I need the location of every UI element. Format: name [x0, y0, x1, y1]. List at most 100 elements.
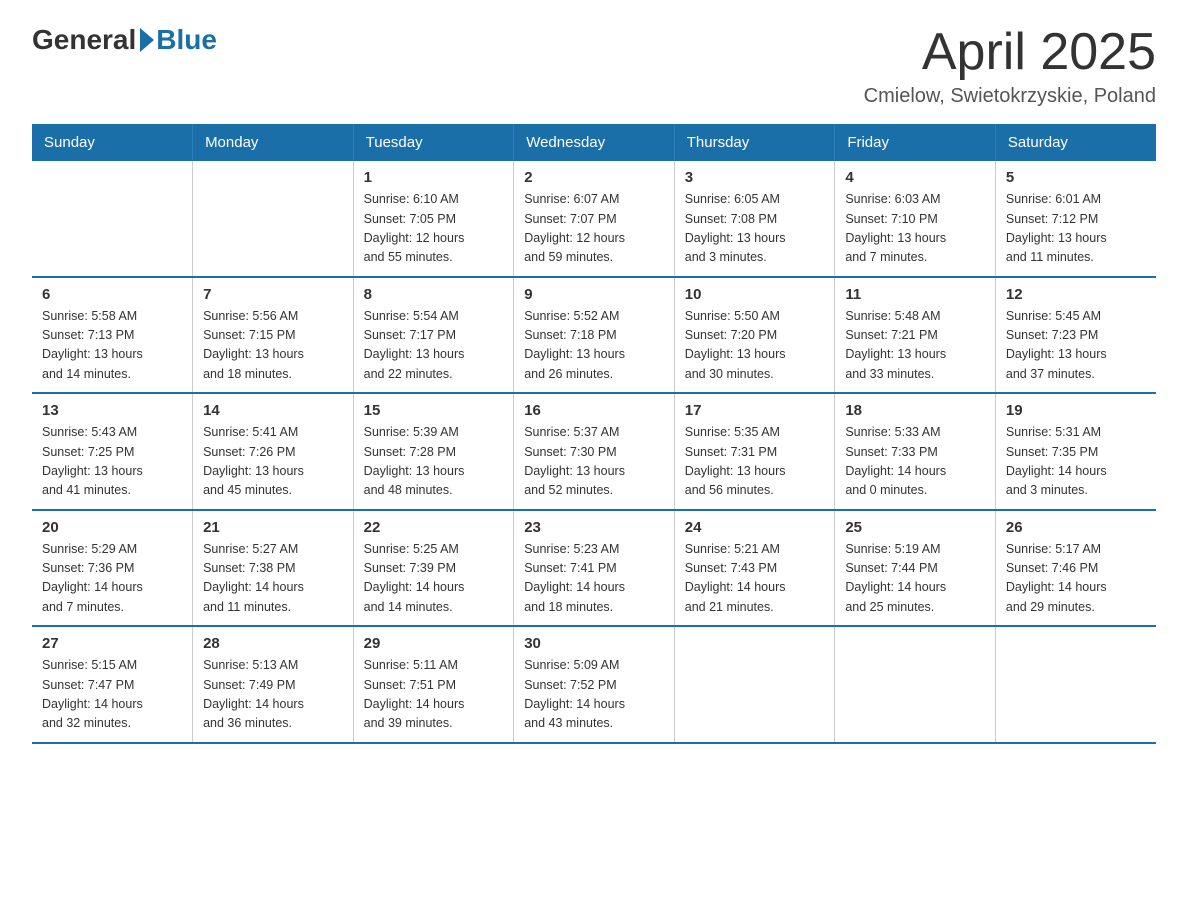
page-header: General Blue April 2025 Cmielow, Swietok… [32, 24, 1156, 108]
calendar-week-row: 27 Sunrise: 5:15 AM Sunset: 7:47 PM Dayli… [32, 626, 1156, 743]
day-number: 16 [524, 402, 664, 419]
calendar-week-row: 13 Sunrise: 5:43 AM Sunset: 7:25 PM Dayli… [32, 393, 1156, 510]
calendar-cell: 19 Sunrise: 5:31 AM Sunset: 7:35 PM Dayli… [995, 393, 1156, 510]
day-info: Sunrise: 5:35 AM Sunset: 7:31 PM Dayligh… [685, 423, 825, 501]
day-number: 25 [845, 519, 985, 536]
day-number: 2 [524, 169, 664, 186]
calendar-cell: 30 Sunrise: 5:09 AM Sunset: 7:52 PM Dayli… [514, 626, 675, 743]
day-info: Sunrise: 5:52 AM Sunset: 7:18 PM Dayligh… [524, 307, 664, 385]
day-info: Sunrise: 5:54 AM Sunset: 7:17 PM Dayligh… [364, 307, 504, 385]
weekday-header-tuesday: Tuesday [353, 124, 514, 161]
day-info: Sunrise: 5:56 AM Sunset: 7:15 PM Dayligh… [203, 307, 343, 385]
calendar-cell: 28Sunrise: 5:13 AM Sunset: 7:49 PM Dayli… [193, 626, 354, 743]
day-info: Sunrise: 5:23 AM Sunset: 7:41 PM Dayligh… [524, 540, 664, 618]
day-number: 28 [203, 635, 343, 652]
day-info: Sunrise: 5:17 AM Sunset: 7:46 PM Dayligh… [1006, 540, 1146, 618]
day-info: Sunrise: 5:37 AM Sunset: 7:30 PM Dayligh… [524, 423, 664, 501]
day-number: 1 [364, 169, 504, 186]
calendar-cell: 20Sunrise: 5:29 AM Sunset: 7:36 PM Dayli… [32, 510, 193, 627]
day-info: Sunrise: 5:48 AM Sunset: 7:21 PM Dayligh… [845, 307, 985, 385]
day-info: Sunrise: 6:07 AM Sunset: 7:07 PM Dayligh… [524, 190, 664, 268]
day-number: 15 [364, 402, 504, 419]
calendar-cell: 1 Sunrise: 6:10 AM Sunset: 7:05 PM Daylig… [353, 161, 514, 277]
day-info: Sunrise: 5:15 AM Sunset: 7:47 PM Dayligh… [42, 656, 182, 734]
day-info: Sunrise: 5:27 AM Sunset: 7:38 PM Dayligh… [203, 540, 343, 618]
day-number: 10 [685, 286, 825, 303]
day-number: 30 [524, 635, 664, 652]
day-info: Sunrise: 5:09 AM Sunset: 7:52 PM Dayligh… [524, 656, 664, 734]
day-number: 20 [42, 519, 182, 536]
logo: General Blue [32, 24, 217, 56]
day-number: 5 [1006, 169, 1146, 186]
calendar-cell: 13 Sunrise: 5:43 AM Sunset: 7:25 PM Dayli… [32, 393, 193, 510]
calendar-cell [995, 626, 1156, 743]
month-title: April 2025 [864, 24, 1156, 81]
calendar-cell: 15 Sunrise: 5:39 AM Sunset: 7:28 PM Dayli… [353, 393, 514, 510]
day-info: Sunrise: 5:43 AM Sunset: 7:25 PM Dayligh… [42, 423, 182, 501]
day-info: Sunrise: 5:39 AM Sunset: 7:28 PM Dayligh… [364, 423, 504, 501]
calendar-cell: 23 Sunrise: 5:23 AM Sunset: 7:41 PM Dayli… [514, 510, 675, 627]
day-number: 8 [364, 286, 504, 303]
day-number: 3 [685, 169, 825, 186]
day-number: 17 [685, 402, 825, 419]
location-title: Cmielow, Swietokrzyskie, Poland [864, 85, 1156, 108]
day-number: 11 [845, 286, 985, 303]
logo-blue-text: Blue [156, 24, 217, 56]
day-number: 12 [1006, 286, 1146, 303]
day-info: Sunrise: 5:19 AM Sunset: 7:44 PM Dayligh… [845, 540, 985, 618]
day-info: Sunrise: 5:45 AM Sunset: 7:23 PM Dayligh… [1006, 307, 1146, 385]
day-number: 6 [42, 286, 182, 303]
day-number: 14 [203, 402, 343, 419]
day-info: Sunrise: 5:31 AM Sunset: 7:35 PM Dayligh… [1006, 423, 1146, 501]
weekday-header-monday: Monday [193, 124, 354, 161]
day-info: Sunrise: 5:11 AM Sunset: 7:51 PM Dayligh… [364, 656, 504, 734]
calendar-cell [835, 626, 996, 743]
day-info: Sunrise: 5:25 AM Sunset: 7:39 PM Dayligh… [364, 540, 504, 618]
calendar-cell: 5 Sunrise: 6:01 AM Sunset: 7:12 PM Daylig… [995, 161, 1156, 277]
day-number: 7 [203, 286, 343, 303]
calendar-cell: 9Sunrise: 5:52 AM Sunset: 7:18 PM Daylig… [514, 277, 675, 394]
calendar-cell [674, 626, 835, 743]
day-info: Sunrise: 6:01 AM Sunset: 7:12 PM Dayligh… [1006, 190, 1146, 268]
calendar-table: SundayMondayTuesdayWednesdayThursdayFrid… [32, 124, 1156, 744]
day-number: 4 [845, 169, 985, 186]
day-number: 19 [1006, 402, 1146, 419]
calendar-cell: 25 Sunrise: 5:19 AM Sunset: 7:44 PM Dayli… [835, 510, 996, 627]
day-number: 24 [685, 519, 825, 536]
calendar-cell: 11 Sunrise: 5:48 AM Sunset: 7:21 PM Dayli… [835, 277, 996, 394]
day-number: 27 [42, 635, 182, 652]
day-number: 18 [845, 402, 985, 419]
day-info: Sunrise: 6:03 AM Sunset: 7:10 PM Dayligh… [845, 190, 985, 268]
calendar-cell [193, 161, 354, 277]
day-info: Sunrise: 5:50 AM Sunset: 7:20 PM Dayligh… [685, 307, 825, 385]
day-info: Sunrise: 5:58 AM Sunset: 7:13 PM Dayligh… [42, 307, 182, 385]
calendar-cell: 22 Sunrise: 5:25 AM Sunset: 7:39 PM Dayli… [353, 510, 514, 627]
day-info: Sunrise: 5:41 AM Sunset: 7:26 PM Dayligh… [203, 423, 343, 501]
calendar-cell: 8 Sunrise: 5:54 AM Sunset: 7:17 PM Daylig… [353, 277, 514, 394]
day-number: 22 [364, 519, 504, 536]
calendar-cell: 18Sunrise: 5:33 AM Sunset: 7:33 PM Dayli… [835, 393, 996, 510]
day-number: 26 [1006, 519, 1146, 536]
calendar-body: 1 Sunrise: 6:10 AM Sunset: 7:05 PM Daylig… [32, 161, 1156, 743]
weekday-header-friday: Friday [835, 124, 996, 161]
weekday-header-thursday: Thursday [674, 124, 835, 161]
logo-arrow-icon [140, 28, 154, 52]
day-number: 23 [524, 519, 664, 536]
title-block: April 2025 Cmielow, Swietokrzyskie, Pola… [864, 24, 1156, 108]
calendar-cell: 10 Sunrise: 5:50 AM Sunset: 7:20 PM Dayli… [674, 277, 835, 394]
day-number: 13 [42, 402, 182, 419]
day-info: Sunrise: 6:05 AM Sunset: 7:08 PM Dayligh… [685, 190, 825, 268]
calendar-cell: 27 Sunrise: 5:15 AM Sunset: 7:47 PM Dayli… [32, 626, 193, 743]
calendar-week-row: 1 Sunrise: 6:10 AM Sunset: 7:05 PM Daylig… [32, 161, 1156, 277]
weekday-header-saturday: Saturday [995, 124, 1156, 161]
weekday-header-wednesday: Wednesday [514, 124, 675, 161]
weekday-header-sunday: Sunday [32, 124, 193, 161]
day-info: Sunrise: 6:10 AM Sunset: 7:05 PM Dayligh… [364, 190, 504, 268]
calendar-cell: 17 Sunrise: 5:35 AM Sunset: 7:31 PM Dayli… [674, 393, 835, 510]
calendar-cell: 6 Sunrise: 5:58 AM Sunset: 7:13 PM Daylig… [32, 277, 193, 394]
calendar-cell: 21 Sunrise: 5:27 AM Sunset: 7:38 PM Dayli… [193, 510, 354, 627]
day-number: 29 [364, 635, 504, 652]
weekday-header-row: SundayMondayTuesdayWednesdayThursdayFrid… [32, 124, 1156, 161]
calendar-cell: 14 Sunrise: 5:41 AM Sunset: 7:26 PM Dayli… [193, 393, 354, 510]
day-number: 21 [203, 519, 343, 536]
